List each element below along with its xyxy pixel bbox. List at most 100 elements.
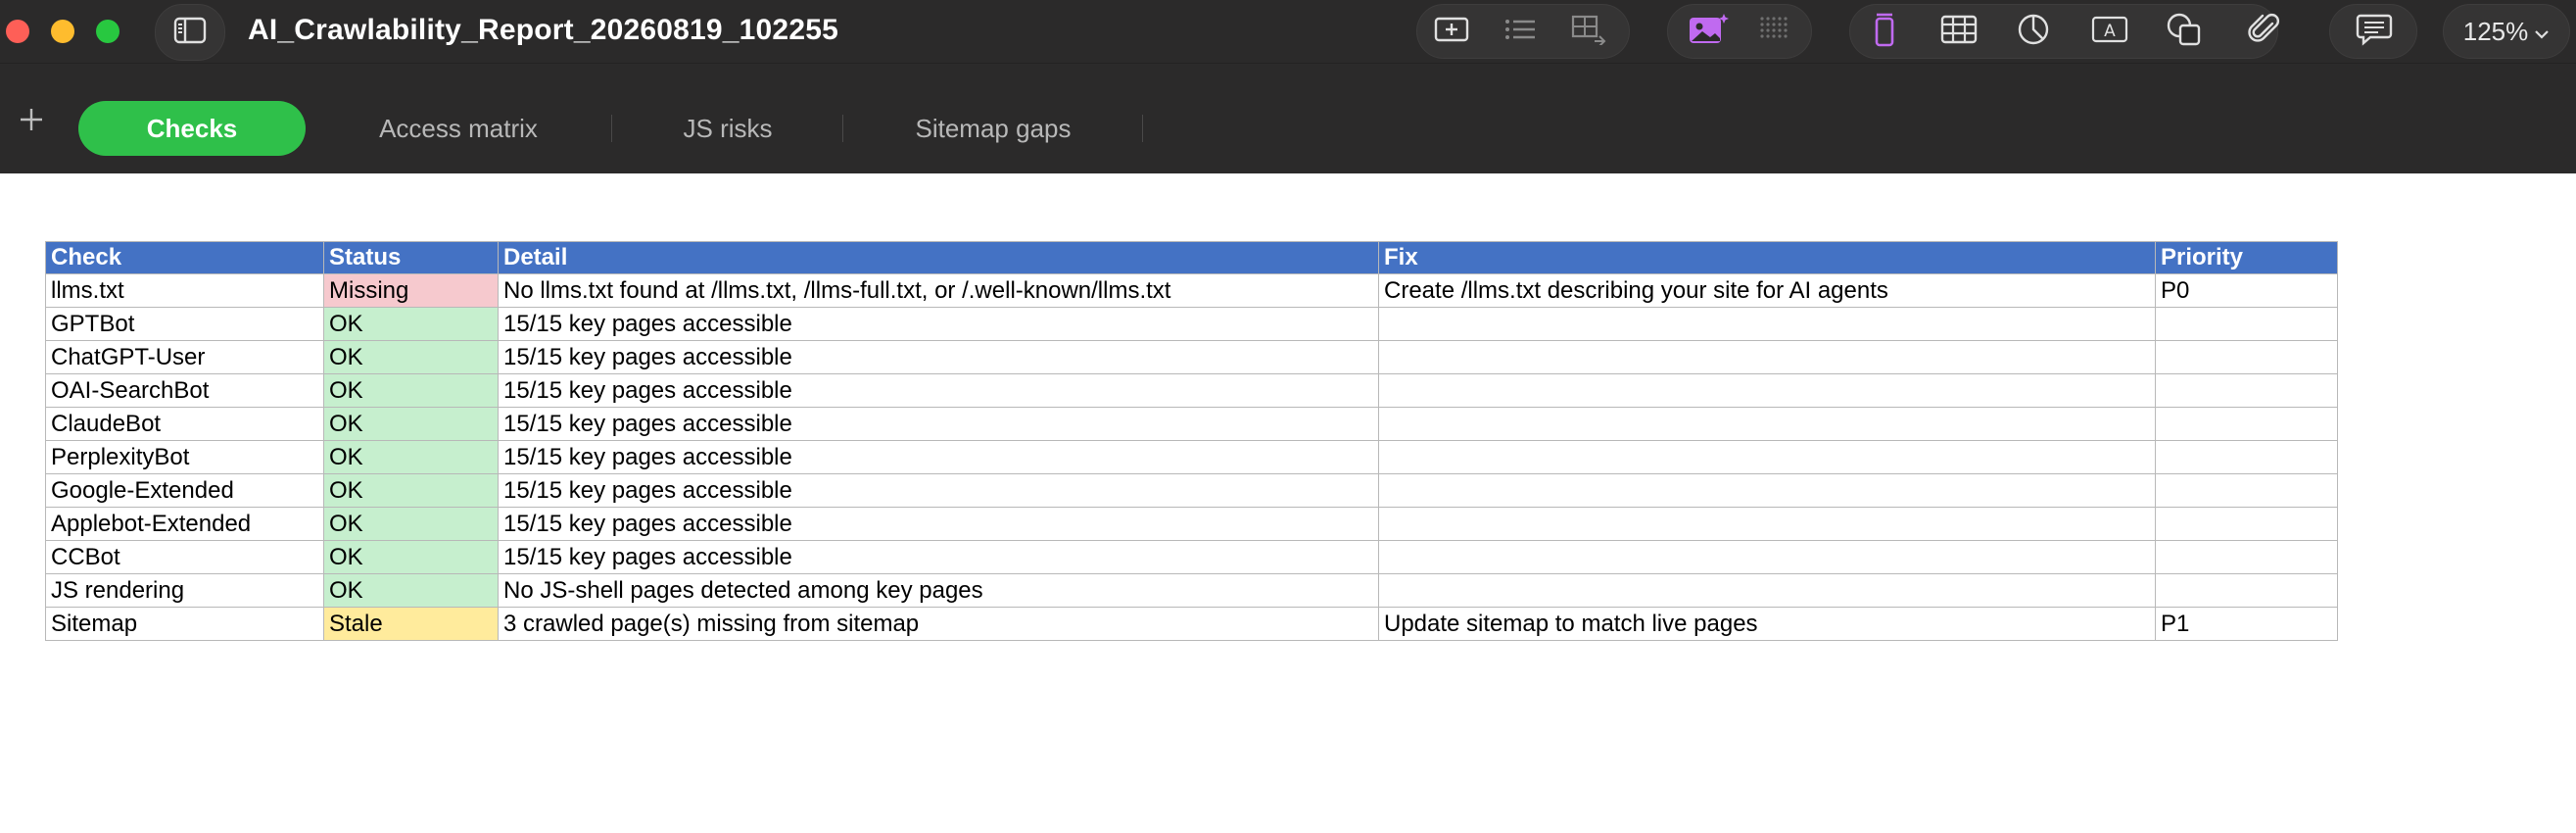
cell-priority[interactable]: P1 bbox=[2155, 607, 2338, 641]
cell-detail[interactable]: 15/15 key pages accessible bbox=[498, 407, 1379, 441]
cell-fix[interactable]: Create /llms.txt describing your site fo… bbox=[1378, 273, 2156, 308]
cell-detail[interactable]: 15/15 key pages accessible bbox=[498, 340, 1379, 374]
cell-fix[interactable] bbox=[1378, 473, 2156, 508]
cell-priority[interactable] bbox=[2155, 407, 2338, 441]
cell-fix[interactable] bbox=[1378, 407, 2156, 441]
cell-detail[interactable]: No llms.txt found at /llms.txt, /llms-fu… bbox=[498, 273, 1379, 308]
cell-fix[interactable] bbox=[1378, 373, 2156, 408]
cell-priority[interactable] bbox=[2155, 340, 2338, 374]
cell-status[interactable]: OK bbox=[323, 440, 499, 474]
cell-status[interactable]: OK bbox=[323, 573, 499, 608]
maximize-window-button[interactable] bbox=[96, 20, 119, 43]
tab-js-risks[interactable]: JS risks bbox=[666, 101, 789, 156]
cell-status[interactable]: Stale bbox=[323, 607, 499, 641]
cell-fix[interactable] bbox=[1378, 507, 2156, 541]
textbox-button[interactable]: A bbox=[2090, 14, 2129, 49]
tab-checks[interactable]: Checks bbox=[78, 101, 306, 156]
textbox-icon: A bbox=[2090, 14, 2129, 50]
cell-fix[interactable] bbox=[1378, 440, 2156, 474]
attachment-button[interactable] bbox=[2245, 12, 2284, 52]
column-header-status[interactable]: Status bbox=[323, 241, 499, 274]
cell-detail[interactable]: No JS-shell pages detected among key pag… bbox=[498, 573, 1379, 608]
cell-check[interactable]: JS rendering bbox=[45, 573, 324, 608]
title-bar: AI_Crawlability_Report_20260819_102255 A… bbox=[0, 0, 2576, 63]
cell-status[interactable]: OK bbox=[323, 507, 499, 541]
cell-status[interactable]: OK bbox=[323, 473, 499, 508]
cell-fix[interactable] bbox=[1378, 540, 2156, 574]
cell-fix[interactable] bbox=[1378, 307, 2156, 341]
list-button[interactable] bbox=[1501, 14, 1540, 49]
cell-fix[interactable] bbox=[1378, 573, 2156, 608]
grid-button[interactable] bbox=[1755, 14, 1794, 49]
column-header-fix[interactable]: Fix bbox=[1378, 241, 2156, 274]
add-sheet-button[interactable] bbox=[14, 104, 49, 139]
table-row: ClaudeBot OK 15/15 key pages accessible bbox=[45, 407, 2338, 441]
chart-icon bbox=[2014, 12, 2053, 52]
column-header-priority[interactable]: Priority bbox=[2155, 241, 2338, 274]
cell-priority[interactable] bbox=[2155, 473, 2338, 508]
cell-check[interactable]: ClaudeBot bbox=[45, 407, 324, 441]
chart-button[interactable] bbox=[2014, 14, 2053, 49]
cell-priority[interactable] bbox=[2155, 373, 2338, 408]
shape-button[interactable] bbox=[2165, 12, 2204, 52]
column-header-detail[interactable]: Detail bbox=[498, 241, 1379, 274]
list-icon bbox=[1501, 14, 1540, 50]
cell-check[interactable]: GPTBot bbox=[45, 307, 324, 341]
table-adjust-button[interactable] bbox=[1569, 14, 1608, 49]
cell-check[interactable]: CCBot bbox=[45, 540, 324, 574]
text-icon bbox=[1865, 12, 1904, 52]
cell-detail[interactable]: 15/15 key pages accessible bbox=[498, 507, 1379, 541]
cell-detail[interactable]: 3 crawled page(s) missing from sitemap bbox=[498, 607, 1379, 641]
cell-status[interactable]: OK bbox=[323, 373, 499, 408]
cell-status[interactable]: Missing bbox=[323, 273, 499, 308]
cell-fix[interactable] bbox=[1378, 340, 2156, 374]
cell-priority[interactable]: P0 bbox=[2155, 273, 2338, 308]
column-header-check[interactable]: Check bbox=[45, 241, 324, 274]
cell-check[interactable]: Applebot-Extended bbox=[45, 507, 324, 541]
zoom-control[interactable]: 125% bbox=[2443, 4, 2570, 59]
cell-priority[interactable] bbox=[2155, 573, 2338, 608]
table-icon bbox=[1939, 14, 1979, 50]
insert-button[interactable] bbox=[1432, 14, 1471, 49]
cell-detail[interactable]: 15/15 key pages accessible bbox=[498, 373, 1379, 408]
cell-priority[interactable] bbox=[2155, 307, 2338, 341]
svg-text:A: A bbox=[2104, 22, 2116, 41]
cell-detail[interactable]: 15/15 key pages accessible bbox=[498, 440, 1379, 474]
cell-status[interactable]: OK bbox=[323, 540, 499, 574]
cell-priority[interactable] bbox=[2155, 540, 2338, 574]
shape-icon bbox=[2165, 12, 2204, 52]
sheet-tab-bar: Checks Access matrix JS risks Sitemap ga… bbox=[0, 63, 2576, 173]
table-button[interactable] bbox=[1939, 14, 1979, 49]
cell-check[interactable]: ChatGPT-User bbox=[45, 340, 324, 374]
text-button[interactable] bbox=[1865, 12, 1904, 52]
cell-detail[interactable]: 15/15 key pages accessible bbox=[498, 473, 1379, 508]
tab-sitemap-gaps[interactable]: Sitemap gaps bbox=[897, 101, 1089, 156]
cell-fix[interactable]: Update sitemap to match live pages bbox=[1378, 607, 2156, 641]
cell-status[interactable]: OK bbox=[323, 307, 499, 341]
sidebar-icon bbox=[173, 17, 207, 49]
comment-button[interactable] bbox=[2355, 14, 2394, 49]
tab-access-matrix[interactable]: Access matrix bbox=[353, 101, 564, 156]
table-row: llms.txt Missing No llms.txt found at /l… bbox=[45, 273, 2338, 308]
cell-check[interactable]: OAI-SearchBot bbox=[45, 373, 324, 408]
cell-status[interactable]: OK bbox=[323, 340, 499, 374]
cell-status[interactable]: OK bbox=[323, 407, 499, 441]
close-window-button[interactable] bbox=[6, 20, 29, 43]
cell-check[interactable]: llms.txt bbox=[45, 273, 324, 308]
cell-detail[interactable]: 15/15 key pages accessible bbox=[498, 307, 1379, 341]
table-row: Applebot-Extended OK 15/15 key pages acc… bbox=[45, 507, 2338, 541]
sidebar-toggle-button[interactable] bbox=[155, 4, 225, 61]
cell-detail[interactable]: 15/15 key pages accessible bbox=[498, 540, 1379, 574]
cell-priority[interactable] bbox=[2155, 440, 2338, 474]
cell-priority[interactable] bbox=[2155, 507, 2338, 541]
attachment-icon bbox=[2247, 12, 2282, 52]
media-button[interactable] bbox=[1687, 12, 1730, 52]
checks-table: Check Status Detail Fix Priority llms.tx… bbox=[45, 241, 2338, 641]
cell-check[interactable]: Sitemap bbox=[45, 607, 324, 641]
media-icon bbox=[1687, 12, 1730, 52]
cell-check[interactable]: Google-Extended bbox=[45, 473, 324, 508]
table-row: GPTBot OK 15/15 key pages accessible bbox=[45, 307, 2338, 341]
cell-check[interactable]: PerplexityBot bbox=[45, 440, 324, 474]
plus-icon bbox=[18, 106, 45, 138]
minimize-window-button[interactable] bbox=[51, 20, 74, 43]
